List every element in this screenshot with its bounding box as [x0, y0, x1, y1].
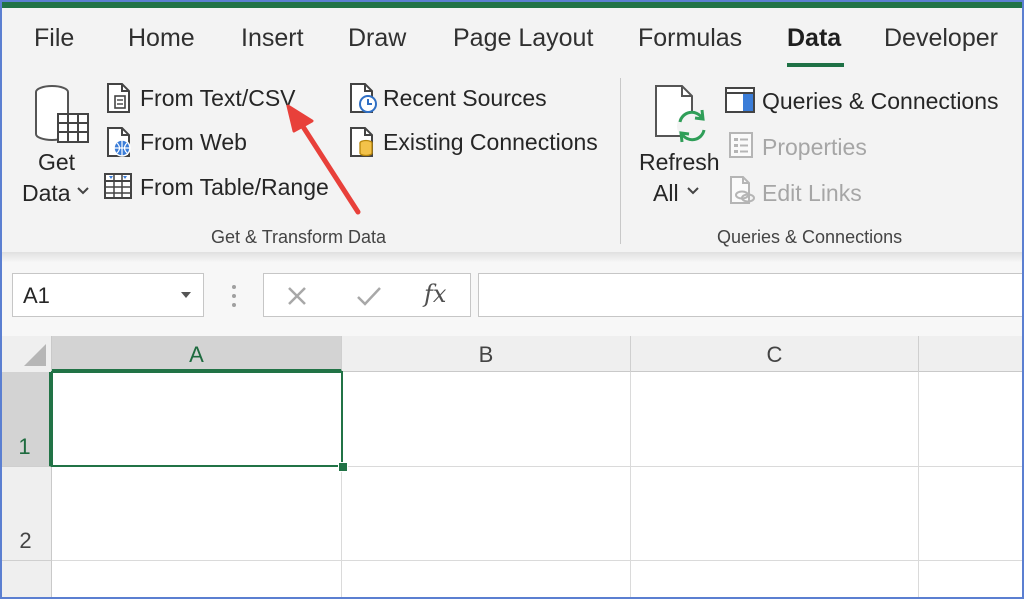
edit-links-label: Edit Links: [762, 180, 862, 206]
database-table-icon: [32, 82, 92, 148]
table-range-icon: [103, 170, 133, 200]
tab-formulas[interactable]: Formulas: [638, 24, 742, 53]
cell-b3[interactable]: [342, 561, 631, 599]
queries-connections-label: Queries & Connections: [762, 88, 999, 114]
chevron-down-icon: [77, 186, 89, 196]
row-header-1[interactable]: 1: [0, 372, 52, 467]
formula-input[interactable]: [478, 273, 1024, 317]
text-file-icon: [105, 82, 133, 114]
chevron-down-icon: [687, 186, 699, 196]
get-data-label-line2: Data: [22, 180, 71, 206]
tab-developer[interactable]: Developer: [884, 24, 998, 53]
get-data-label-line1: Get: [38, 149, 76, 175]
recent-sources-icon: [348, 82, 380, 114]
queries-connections-group-label: Queries & Connections: [717, 227, 903, 247]
tab-page-layout[interactable]: Page Layout: [453, 24, 593, 53]
cell-d1[interactable]: [919, 372, 1024, 467]
column-header-next[interactable]: [919, 336, 1024, 372]
cell-c3[interactable]: [631, 561, 919, 599]
recent-sources-label: Recent Sources: [383, 85, 547, 111]
cancel-icon[interactable]: [286, 285, 308, 307]
existing-connections-label: Existing Connections: [383, 129, 598, 155]
insert-function-icon[interactable]: fx: [424, 280, 446, 308]
edit-links-icon: [728, 175, 756, 205]
dropdown-arrow-icon[interactable]: [181, 292, 191, 298]
cell-b2[interactable]: [342, 467, 631, 561]
cell-c1[interactable]: [631, 372, 919, 467]
row-header-3[interactable]: [0, 561, 52, 599]
drag-handle-icon[interactable]: [230, 283, 238, 309]
tab-file[interactable]: File: [34, 24, 74, 53]
get-transform-group-label: Get & Transform Data: [211, 227, 387, 247]
web-page-icon: [105, 126, 135, 158]
ribbon-shadow: [0, 252, 1024, 262]
row-number: 1: [18, 434, 31, 459]
refresh-icon: [652, 84, 710, 146]
refresh-all-label-line1: Refresh: [639, 149, 720, 175]
existing-connections-icon: [348, 126, 380, 158]
cell-d2[interactable]: [919, 467, 1024, 561]
tab-draw[interactable]: Draw: [348, 24, 406, 53]
cell-a2[interactable]: [52, 467, 342, 561]
row-header-2[interactable]: 2: [0, 467, 52, 561]
fill-handle[interactable]: [338, 462, 348, 472]
tab-insert[interactable]: Insert: [241, 24, 304, 53]
cell-c2[interactable]: [631, 467, 919, 561]
select-all-corner[interactable]: [0, 336, 52, 372]
column-header-c[interactable]: C: [631, 336, 919, 372]
name-box-value: A1: [23, 283, 50, 308]
queries-pane-icon: [724, 86, 756, 114]
tab-data[interactable]: Data: [787, 24, 841, 53]
from-text-csv-label: From Text/CSV: [140, 85, 296, 111]
active-tab-indicator: [787, 63, 844, 67]
active-cell-border: [51, 371, 343, 467]
title-bar-strip: [0, 0, 1024, 8]
enter-check-icon[interactable]: [356, 285, 382, 307]
group-separator: [620, 78, 621, 244]
name-box[interactable]: A1: [12, 273, 204, 317]
properties-label: Properties: [762, 134, 867, 160]
cell-d3[interactable]: [919, 561, 1024, 599]
cell-a3[interactable]: [52, 561, 342, 599]
cell-b1[interactable]: [342, 372, 631, 467]
from-web-label: From Web: [140, 129, 247, 155]
formula-buttons: fx: [263, 273, 471, 317]
column-header-b[interactable]: B: [342, 336, 631, 372]
from-table-range-label: From Table/Range: [140, 174, 329, 200]
column-header-a[interactable]: A: [52, 336, 342, 372]
row-number: 2: [19, 528, 32, 553]
refresh-all-label-line2: All: [653, 180, 679, 206]
tab-home[interactable]: Home: [128, 24, 195, 53]
properties-icon: [728, 131, 754, 159]
